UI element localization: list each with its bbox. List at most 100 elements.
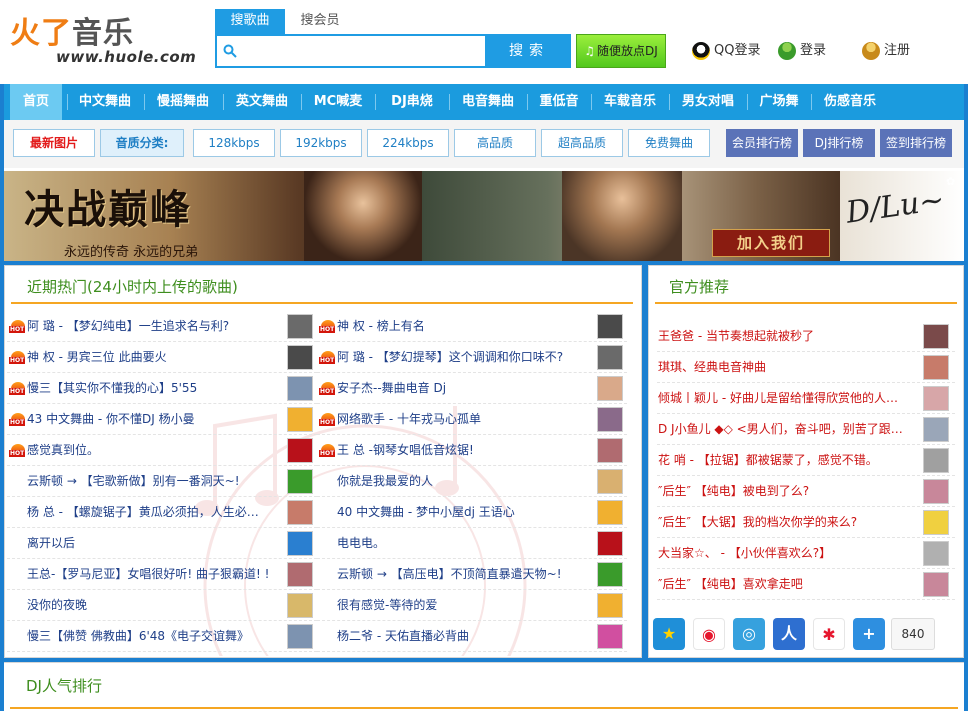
song-row[interactable]: 云斯顿 → 【宅歌新做】别有一番洞天~! xyxy=(7,466,317,497)
search-button[interactable]: 搜索 xyxy=(487,34,571,68)
song-title[interactable]: 43 中文舞曲 - 你不懂DJ 杨小曼 xyxy=(27,404,285,435)
recommend-title[interactable]: ″后生″ 【纯电】喜欢拿走吧 xyxy=(658,569,920,600)
song-title[interactable]: 你就是我最爱的人 xyxy=(337,466,595,497)
nav-item-english-dance[interactable]: 英文舞曲 xyxy=(227,84,297,120)
song-row[interactable]: 神 权 - 榜上有名 xyxy=(317,311,627,342)
recommend-row[interactable]: 王爸爸 - 当节奏想起就被秒了 xyxy=(657,321,955,352)
song-title[interactable]: 阿 璐 - 【梦幻提琴】这个调调和你口味不? xyxy=(337,342,595,373)
recommend-row[interactable]: 花 哨 - 【拉锯】都被锯蒙了，感觉不错。 xyxy=(657,445,955,476)
song-title[interactable]: 慢三【其实你不懂我的心】5'55 xyxy=(27,373,285,404)
song-title[interactable]: 杨 总 - 【螺旋锯子】黄瓜必须拍，人生必… xyxy=(27,497,285,528)
recommend-row[interactable]: 倾城丨颖儿 - 好曲儿是留给懂得欣赏他的人… xyxy=(657,383,955,414)
uploader-avatar[interactable] xyxy=(597,314,623,339)
song-title[interactable]: 很有感觉-等待的爱 xyxy=(337,590,595,621)
song-title[interactable]: 没你的夜晚 xyxy=(27,590,285,621)
checkin-rank-button[interactable]: 签到排行榜 xyxy=(880,129,952,157)
recommend-title[interactable]: ″后生″ 【纯电】被电到了么? xyxy=(658,476,920,507)
uploader-avatar[interactable] xyxy=(597,531,623,556)
song-row[interactable]: 阿 璐 - 【梦幻纯电】一生追求名与利? xyxy=(7,311,317,342)
song-row[interactable]: 慢三【佛赞 佛教曲】6'48《电子交谊舞》 xyxy=(7,621,317,652)
song-title[interactable]: 云斯顿 → 【高压电】不顶简直暴遣天物~! xyxy=(337,559,595,590)
song-row[interactable]: 感觉真到位。 xyxy=(7,435,317,466)
uploader-avatar[interactable] xyxy=(287,562,313,587)
quality-192[interactable]: 192kbps xyxy=(280,129,362,157)
nav-item-duet[interactable]: 男女对唱 xyxy=(673,84,743,120)
uploader-avatar[interactable] xyxy=(287,469,313,494)
song-title[interactable]: 网络歌手 - 十年戎马心孤单 xyxy=(337,404,595,435)
uploader-avatar[interactable] xyxy=(597,438,623,463)
more-share-icon[interactable]: + xyxy=(853,618,885,650)
song-row[interactable]: 杨二爷 - 天佑直播必背曲 xyxy=(317,621,627,652)
song-row[interactable]: 很有感觉-等待的爱 xyxy=(317,590,627,621)
uploader-avatar[interactable] xyxy=(923,417,949,442)
song-row[interactable]: 电电电。 xyxy=(317,528,627,559)
dj-rank-button[interactable]: DJ排行榜 xyxy=(803,129,875,157)
song-row[interactable]: 没你的夜晚 xyxy=(7,590,317,621)
song-row[interactable]: 神 权 - 男宾三位 此曲要火 xyxy=(7,342,317,373)
renren-share-icon[interactable]: 人 xyxy=(773,618,805,650)
uploader-avatar[interactable] xyxy=(287,500,313,525)
nav-item-electronic[interactable]: 电音舞曲 xyxy=(453,84,523,120)
uploader-avatar[interactable] xyxy=(287,438,313,463)
song-title[interactable]: 杨二爷 - 天佑直播必背曲 xyxy=(337,621,595,652)
song-title[interactable]: 阿 璐 - 【梦幻纯电】一生追求名与利? xyxy=(27,311,285,342)
uploader-avatar[interactable] xyxy=(597,593,623,618)
uploader-avatar[interactable] xyxy=(287,624,313,649)
recommend-row[interactable]: 大当家☆、 - 【小伙伴喜欢么?】 xyxy=(657,538,955,569)
qzone-share-icon[interactable]: ★ xyxy=(653,618,685,650)
qq-login-link[interactable]: QQ登录 xyxy=(692,40,760,62)
uploader-avatar[interactable] xyxy=(923,510,949,535)
banner[interactable]: 决战巅峰 永远的传奇 永远的兄弟 加入我们 D/Lu~ ✿ xyxy=(4,171,964,263)
song-row[interactable]: 离开以后 xyxy=(7,528,317,559)
uploader-avatar[interactable] xyxy=(597,562,623,587)
uploader-avatar[interactable] xyxy=(287,593,313,618)
song-title[interactable]: 安子杰--舞曲电音 Dj xyxy=(337,373,595,404)
song-row[interactable]: 43 中文舞曲 - 你不懂DJ 杨小曼 xyxy=(7,404,317,435)
quality-224[interactable]: 224kbps xyxy=(367,129,449,157)
paw-icon[interactable]: ✿ xyxy=(946,175,960,189)
quality-ultra[interactable]: 超高品质 xyxy=(541,129,623,157)
quality-high[interactable]: 高品质 xyxy=(454,129,536,157)
uploader-avatar[interactable] xyxy=(597,469,623,494)
uploader-avatar[interactable] xyxy=(287,531,313,556)
nav-item-sad-music[interactable]: 伤感音乐 xyxy=(815,84,885,120)
recommend-row[interactable]: ″后生″ 【纯电】被电到了么? xyxy=(657,476,955,507)
recommend-title[interactable]: 大当家☆、 - 【小伙伴喜欢么?】 xyxy=(658,538,920,569)
song-row[interactable]: 40 中文舞曲 - 梦中小屋dj 王语心 xyxy=(317,497,627,528)
nav-item-chinese-dance[interactable]: 中文舞曲 xyxy=(70,84,140,120)
tab-search-members[interactable]: 搜会员 xyxy=(285,9,355,35)
song-title[interactable]: 神 权 - 榜上有名 xyxy=(337,311,595,342)
nav-item-bass[interactable]: 重低音 xyxy=(531,84,587,120)
nav-item-slow-rock[interactable]: 慢摇舞曲 xyxy=(148,84,218,120)
song-title[interactable]: 王总-【罗马尼亚】女唱很好听! 曲子狠霸道! ! xyxy=(27,559,285,590)
recommend-title[interactable]: 倾城丨颖儿 - 好曲儿是留给懂得欣赏他的人… xyxy=(658,383,920,414)
login-link[interactable]: 登录 xyxy=(778,40,826,62)
song-title[interactable]: 离开以后 xyxy=(27,528,285,559)
uploader-avatar[interactable] xyxy=(923,386,949,411)
recommend-title[interactable]: 花 哨 - 【拉锯】都被锯蒙了，感觉不错。 xyxy=(658,445,920,476)
nav-item-car-music[interactable]: 车载音乐 xyxy=(595,84,665,120)
tencent-weibo-share-icon[interactable]: ◎ xyxy=(733,618,765,650)
member-rank-button[interactable]: 会员排行榜 xyxy=(726,129,798,157)
uploader-avatar[interactable] xyxy=(287,376,313,401)
weibo-share-icon[interactable]: ◉ xyxy=(693,618,725,650)
song-row[interactable]: 王 总 -钢琴女唱低音炫锯! xyxy=(317,435,627,466)
recommend-title[interactable]: 王爸爸 - 当节奏想起就被秒了 xyxy=(658,321,920,352)
recommend-title[interactable]: 琪琪、经典电音神曲 xyxy=(658,352,920,383)
recommend-row[interactable]: ″后生″ 【纯电】喜欢拿走吧 xyxy=(657,569,955,600)
uploader-avatar[interactable] xyxy=(597,376,623,401)
uploader-avatar[interactable] xyxy=(923,448,949,473)
quality-free[interactable]: 免费舞曲 xyxy=(628,129,710,157)
join-us-button[interactable]: 加入我们 xyxy=(712,229,830,257)
quality-128[interactable]: 128kbps xyxy=(193,129,275,157)
nav-item-home[interactable]: 首页 xyxy=(10,84,62,120)
song-title[interactable]: 云斯顿 → 【宅歌新做】别有一番洞天~! xyxy=(27,466,285,497)
uploader-avatar[interactable] xyxy=(923,355,949,380)
uploader-avatar[interactable] xyxy=(287,314,313,339)
uploader-avatar[interactable] xyxy=(597,500,623,525)
recommend-row[interactable]: ″后生″ 【大锯】我的档次你学的来么? xyxy=(657,507,955,538)
uploader-avatar[interactable] xyxy=(597,345,623,370)
nav-item-dj-mix[interactable]: DJ串烧 xyxy=(379,84,445,120)
song-title[interactable]: 电电电。 xyxy=(337,528,595,559)
search-input[interactable] xyxy=(241,40,481,62)
